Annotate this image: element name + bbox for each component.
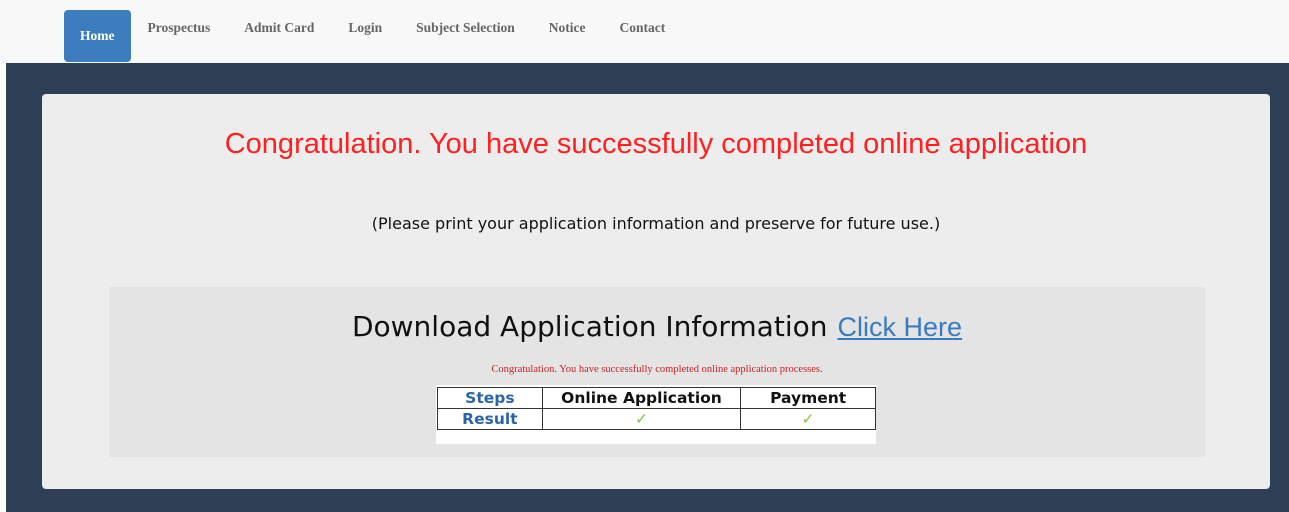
nav-login[interactable]: Login <box>331 0 399 52</box>
print-instruction: (Please print your application informati… <box>371 214 941 233</box>
header-steps: Steps <box>437 387 543 409</box>
success-headline: Congratulation. You have successfully co… <box>224 128 1088 160</box>
nav-prospectus[interactable]: Prospectus <box>131 0 228 52</box>
table-header-row: Steps Online Application Payment <box>437 387 876 409</box>
nav-home[interactable]: Home <box>64 10 131 62</box>
check-icon: ✓ <box>541 408 742 430</box>
main-nav: Home Prospectus Admit Card Login Subject… <box>64 10 682 62</box>
nav-notice[interactable]: Notice <box>532 0 603 52</box>
nav-subject-selection[interactable]: Subject Selection <box>399 0 532 52</box>
check-icon: ✓ <box>740 408 876 430</box>
table-row: Result ✓ ✓ <box>437 408 876 430</box>
main-area: Congratulation. You have successfully co… <box>6 63 1289 512</box>
header-payment: Payment <box>740 387 876 409</box>
row-label-result: Result <box>437 408 543 430</box>
status-table: Steps Online Application Payment Result … <box>437 387 876 430</box>
header-online-application: Online Application <box>541 387 742 409</box>
download-row: Download Application Information Click He… <box>109 310 1205 343</box>
success-card: Congratulation. You have successfully co… <box>42 94 1270 489</box>
nav-contact[interactable]: Contact <box>603 0 683 52</box>
download-panel: Download Application Information Click He… <box>109 287 1205 457</box>
top-navbar: Home Prospectus Admit Card Login Subject… <box>0 0 1289 63</box>
download-link[interactable]: Click Here <box>837 312 962 342</box>
download-label: Download Application Information <box>351 310 828 343</box>
nav-admit-card[interactable]: Admit Card <box>227 0 331 52</box>
completion-note: Congratulation. You have successfully co… <box>491 364 823 375</box>
status-table-wrapper: Steps Online Application Payment Result … <box>436 385 876 444</box>
